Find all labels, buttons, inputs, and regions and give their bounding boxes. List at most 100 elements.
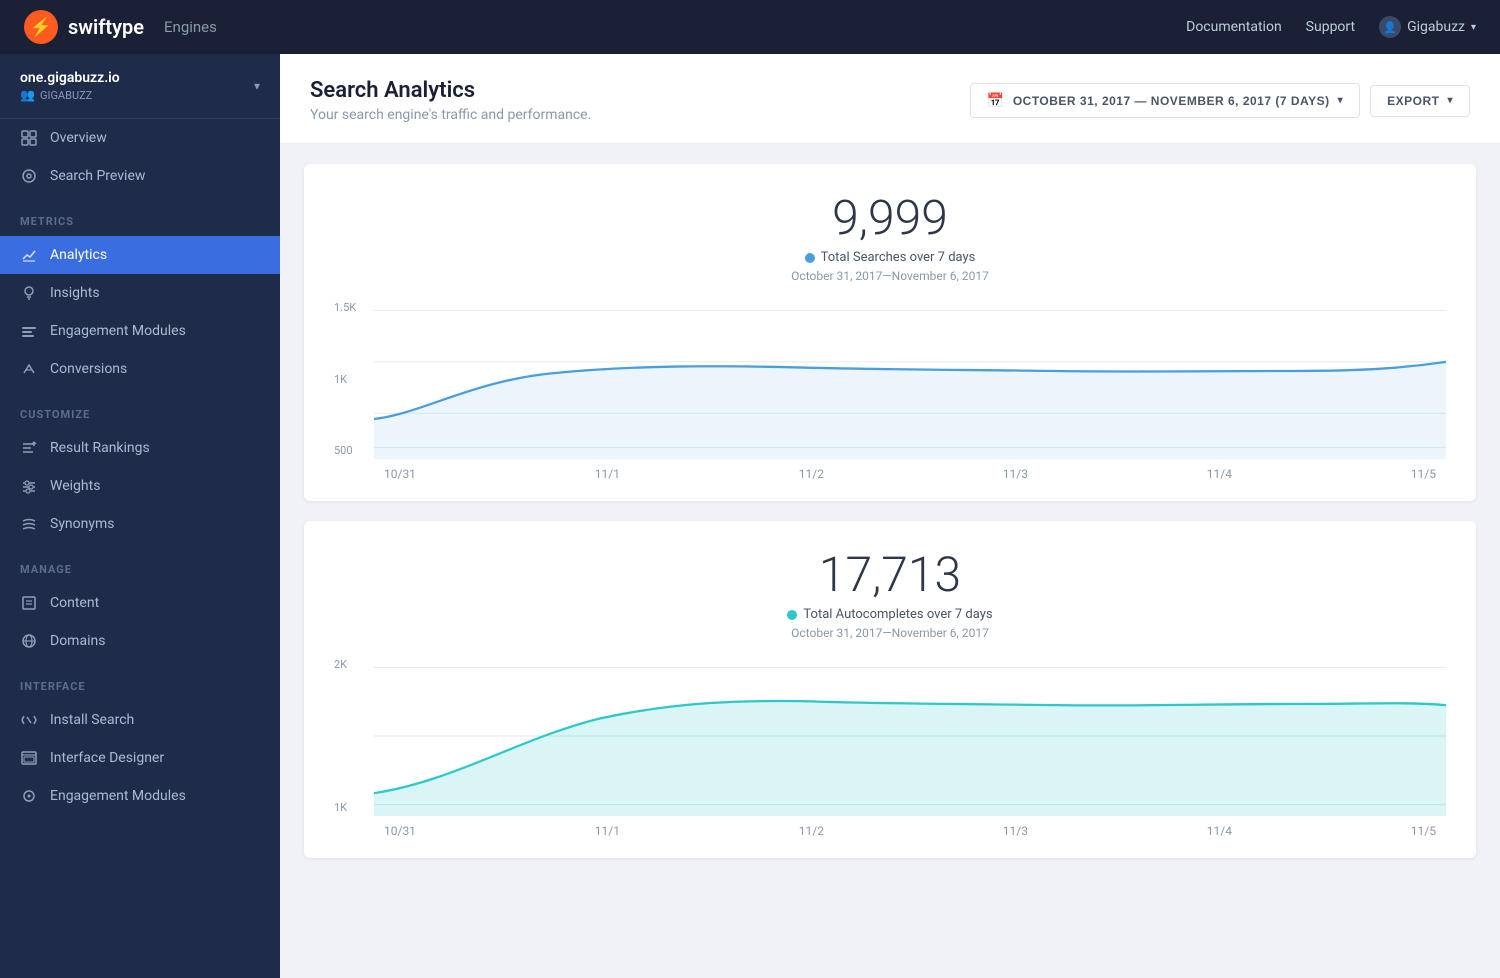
main-content: Search Analytics Your search engine's tr… (280, 54, 1500, 978)
searches-y-labels: 1.5K 1K 500 (334, 299, 370, 459)
content-body: 9,999 Total Searches over 7 days October… (280, 144, 1500, 878)
topnav-right: Documentation Support 👤 Gigabuzz ▾ (1186, 16, 1476, 38)
sidebar-label-domains: Domains (50, 633, 105, 649)
export-chevron-icon: ▾ (1447, 95, 1453, 106)
sidebar-label-content: Content (50, 595, 99, 611)
engagement-icon (20, 322, 38, 340)
engine-sub: 👥 GIGABUZZ (20, 88, 120, 102)
date-chevron-icon: ▾ (1338, 95, 1344, 106)
sidebar-label-overview: Overview (50, 130, 107, 146)
sidebar-label-install-search: Install Search (50, 712, 134, 728)
date-picker-button[interactable]: 📅 OCTOBER 31, 2017 — NOVEMBER 6, 2017 (7… (970, 83, 1360, 118)
searches-x-labels: 10/31 11/1 11/2 11/3 11/4 11/5 (334, 459, 1446, 481)
support-link[interactable]: Support (1306, 19, 1355, 35)
searches-legend-label: Total Searches over 7 days (821, 250, 976, 265)
customize-section-label: CUSTOMIZE (0, 388, 280, 429)
autocompletes-chart-grid: 2K 1K 10 (334, 656, 1446, 838)
sidebar-label-engagement: Engagement Modules (50, 323, 186, 339)
sidebar-item-synonyms[interactable]: Synonyms (0, 505, 280, 543)
autocompletes-subtitle: October 31, 2017—November 6, 2017 (334, 626, 1446, 640)
sidebar: one.gigabuzz.io 👥 GIGABUZZ ▾ (0, 54, 280, 978)
user-icon: 👤 (1379, 16, 1401, 38)
searches-subtitle: October 31, 2017—November 6, 2017 (334, 269, 1446, 283)
searches-title-area: 9,999 Total Searches over 7 days October… (334, 194, 1446, 283)
searches-chart-grid: 1.5K 1K 500 (334, 299, 1446, 481)
user-area[interactable]: 👤 Gigabuzz ▾ (1379, 16, 1476, 38)
top-navigation: ⚡ swiftype Engines Documentation Support… (0, 0, 1500, 54)
calendar-icon: 📅 (987, 92, 1005, 109)
content-header: Search Analytics Your search engine's tr… (280, 54, 1500, 144)
logo-area[interactable]: ⚡ swiftype (24, 10, 144, 44)
export-label: EXPORT (1387, 94, 1439, 108)
autocompletes-chart-card: 17,713 Total Autocompletes over 7 days O… (304, 521, 1476, 858)
documentation-link[interactable]: Documentation (1186, 19, 1282, 35)
engines-link[interactable]: Engines (164, 18, 217, 36)
sidebar-label-conversions: Conversions (50, 361, 127, 377)
autocompletes-svg (374, 656, 1446, 816)
insights-icon (20, 284, 38, 302)
sidebar-item-engagement-modules[interactable]: Engagement Modules (0, 312, 280, 350)
sidebar-item-search-preview[interactable]: Search Preview (0, 157, 280, 195)
autocompletes-x-labels: 10/31 11/1 11/2 11/3 11/4 11/5 (334, 816, 1446, 838)
searches-legend-dot (805, 253, 815, 263)
user-chevron-icon: ▾ (1471, 22, 1476, 33)
page-title: Search Analytics (310, 78, 591, 103)
sidebar-item-domains[interactable]: Domains (0, 622, 280, 660)
rankings-icon (20, 439, 38, 457)
autocompletes-legend-dot (787, 610, 797, 620)
sidebar-label-weights: Weights (50, 478, 100, 494)
searches-chart-area: 1.5K 1K 500 (334, 299, 1446, 459)
engine-selector[interactable]: one.gigabuzz.io 👥 GIGABUZZ ▾ (0, 54, 280, 119)
main-layout: one.gigabuzz.io 👥 GIGABUZZ ▾ (0, 54, 1500, 978)
searches-big-number: 9,999 (334, 194, 1446, 242)
autocompletes-chart-area: 2K 1K (334, 656, 1446, 816)
manage-section-label: MANAGE (0, 543, 280, 584)
autocompletes-legend: Total Autocompletes over 7 days (334, 607, 1446, 622)
export-button[interactable]: EXPORT ▾ (1370, 85, 1470, 117)
sidebar-item-install-search[interactable]: Install Search (0, 701, 280, 739)
searches-svg (374, 299, 1446, 459)
autocompletes-big-number: 17,713 (334, 551, 1446, 599)
sidebar-label-search-preview: Search Preview (50, 168, 145, 184)
sidebar-label-interface-designer: Interface Designer (50, 750, 164, 766)
metrics-section-label: METRICS (0, 195, 280, 236)
searches-legend: Total Searches over 7 days (334, 250, 1446, 265)
sidebar-item-conversions[interactable]: Conversions (0, 350, 280, 388)
logo-icon: ⚡ (24, 10, 58, 44)
conversions-icon (20, 360, 38, 378)
sidebar-label-synonyms: Synonyms (50, 516, 115, 532)
interface-designer-icon (20, 749, 38, 767)
engine-name: one.gigabuzz.io (20, 70, 120, 86)
sidebar-item-engagement-modules-2[interactable]: Engagement Modules (0, 777, 280, 815)
weights-icon (20, 477, 38, 495)
sidebar-label-result-rankings: Result Rankings (50, 440, 150, 456)
content-icon (20, 594, 38, 612)
sidebar-item-content[interactable]: Content (0, 584, 280, 622)
interface-section-label: INTERFACE (0, 660, 280, 701)
sidebar-item-analytics[interactable]: Analytics (0, 236, 280, 274)
sidebar-item-insights[interactable]: Insights (0, 274, 280, 312)
autocompletes-y-labels: 2K 1K (334, 656, 370, 816)
sidebar-label-analytics: Analytics (50, 247, 107, 263)
autocompletes-legend-label: Total Autocompletes over 7 days (803, 607, 992, 622)
page-subtitle: Your search engine's traffic and perform… (310, 107, 591, 123)
logo-text: swiftype (68, 15, 144, 39)
user-label: Gigabuzz (1407, 19, 1465, 35)
search-preview-icon (20, 167, 38, 185)
sidebar-item-overview[interactable]: Overview (0, 119, 280, 157)
header-text: Search Analytics Your search engine's tr… (310, 78, 591, 123)
install-search-icon (20, 711, 38, 729)
engine-dropdown-icon: ▾ (254, 79, 260, 93)
date-range-label: OCTOBER 31, 2017 — NOVEMBER 6, 2017 (7 D… (1013, 94, 1330, 108)
sidebar-item-result-rankings[interactable]: Result Rankings (0, 429, 280, 467)
overview-icon (20, 129, 38, 147)
sidebar-label-insights: Insights (50, 285, 100, 301)
header-controls: 📅 OCTOBER 31, 2017 — NOVEMBER 6, 2017 (7… (970, 83, 1470, 118)
sidebar-item-interface-designer[interactable]: Interface Designer (0, 739, 280, 777)
domains-icon (20, 632, 38, 650)
searches-chart-card: 9,999 Total Searches over 7 days October… (304, 164, 1476, 501)
sidebar-item-weights[interactable]: Weights (0, 467, 280, 505)
engagement2-icon (20, 787, 38, 805)
sidebar-label-engagement-modules-2: Engagement Modules (50, 788, 186, 804)
synonyms-icon (20, 515, 38, 533)
